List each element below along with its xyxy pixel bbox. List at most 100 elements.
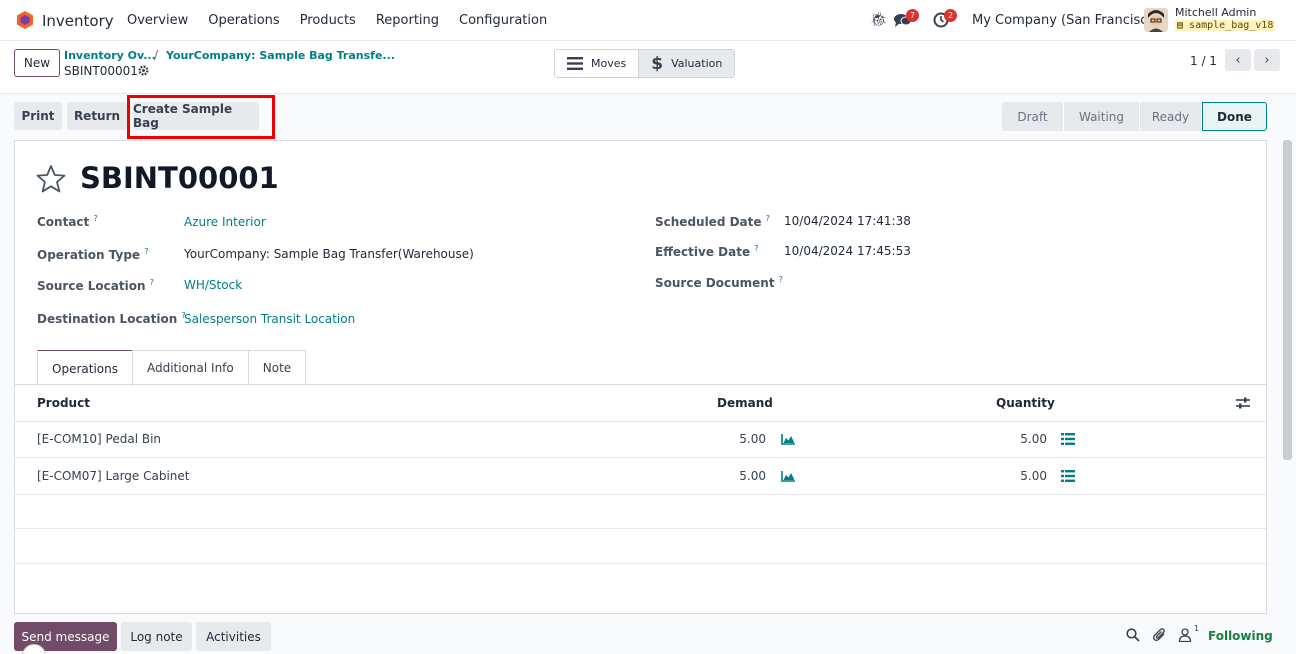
source-document-label-text: Source Document [655,276,775,290]
table-divider [15,421,1266,422]
followers-count: 1 [1194,624,1200,633]
paperclip-icon[interactable] [1153,628,1167,642]
scheduled-date-label: Scheduled Date ? [655,214,770,229]
destination-location-field[interactable]: Salesperson Transit Location [184,312,355,326]
table-row-demand[interactable]: 5.00 [706,469,766,483]
destination-location-label: Destination Location ? [37,311,186,326]
list-bars-icon [567,57,583,70]
pager-next-button[interactable]: › [1254,49,1280,71]
return-button[interactable]: Return [67,102,127,130]
operation-type-field[interactable]: YourCompany: Sample Bag Transfer(Warehou… [184,247,474,261]
user-avatar[interactable] [1144,8,1168,32]
source-document-label: Source Document ? [655,275,783,290]
table-row-quantity[interactable]: 5.00 [987,469,1047,483]
help-mark[interactable]: ? [766,214,770,223]
contact-label-text: Contact [37,215,90,229]
tab-note[interactable]: Note [247,350,307,385]
database-name: ▤ sample_bag_v18 [1175,20,1276,31]
table-row-demand[interactable]: 5.00 [706,432,766,446]
chevron-right-icon: › [1264,52,1270,68]
control-panel: New Inventory Ov... / YourCompany: Sampl… [0,41,1296,94]
source-location-label-text: Source Location [37,279,146,293]
source-location-field[interactable]: WH/Stock [184,278,242,292]
detailed-operations-icon[interactable] [1061,470,1075,482]
column-header-product[interactable]: Product [37,396,90,410]
help-mark[interactable]: ? [150,278,154,287]
new-button[interactable]: New [14,49,60,77]
contact-label: Contact ? [37,214,98,229]
valuation-smart-button[interactable]: $ Valuation [638,50,735,77]
breadcrumb-inventory-overview[interactable]: Inventory Ov... [64,49,156,62]
column-header-quantity[interactable]: Quantity [996,396,1055,410]
following-button[interactable]: Following [1208,629,1273,643]
contact-field[interactable]: Azure Interior [184,215,266,229]
inventory-app-icon[interactable] [16,11,34,29]
status-bar: Draft Waiting Ready Done [1002,102,1267,131]
table-divider [15,528,1266,529]
record-title: SBINT00001 [80,161,279,195]
help-mark[interactable]: ? [93,214,97,223]
help-mark[interactable]: ? [754,244,758,253]
activity-count-badge: 2 [944,9,957,22]
operation-type-label-text: Operation Type [37,248,141,262]
table-divider [15,494,1266,495]
gear-icon[interactable] [138,65,149,76]
state-ready[interactable]: Ready [1140,102,1202,131]
breadcrumb-operation-type[interactable]: YourCompany: Sample Bag Transfe... [166,49,395,62]
print-button[interactable]: Print [14,102,62,130]
breadcrumb-current-record: SBINT00001 [64,64,138,78]
detailed-operations-icon[interactable] [1061,433,1075,445]
forecast-chart-icon[interactable] [781,433,795,445]
user-name[interactable]: Mitchell Admin [1175,6,1256,19]
top-navbar: Inventory Overview Operations Products R… [0,0,1296,41]
pager-value[interactable]: 1 / 1 [1190,54,1217,68]
table-row-product[interactable]: [E-COM10] Pedal Bin [37,432,161,446]
table-row-product[interactable]: [E-COM07] Large Cabinet [37,469,190,483]
pager-previous-button[interactable]: ‹ [1225,49,1251,71]
scheduled-date-field[interactable]: 10/04/2024 17:41:38 [784,214,911,228]
notebook-tabs: Operations Additional Info Note [37,350,307,386]
operation-type-label: Operation Type ? [37,247,149,262]
help-mark[interactable]: ? [144,247,148,256]
moves-label: Moves [591,57,627,70]
app-name[interactable]: Inventory [42,12,114,30]
table-row-quantity[interactable]: 5.00 [987,432,1047,446]
source-location-label: Source Location ? [37,278,154,293]
smart-buttons: Moves $ Valuation [554,49,736,78]
tab-divider [15,384,1266,385]
database-label: sample_bag_v18 [1189,20,1274,31]
table-divider [15,457,1266,458]
activities-button[interactable]: Activities [196,622,271,651]
menu-item-reporting[interactable]: Reporting [376,13,439,28]
column-header-demand[interactable]: Demand [717,396,773,410]
menu-item-overview[interactable]: Overview [127,13,188,28]
debug-bug-icon[interactable]: 🐞︎ [870,12,888,28]
chat-count-badge: 7 [906,9,919,22]
effective-date-label-text: Effective Date [655,245,751,259]
help-mark[interactable]: ? [779,275,783,284]
menu-item-products[interactable]: Products [300,13,356,28]
menu-item-operations[interactable]: Operations [208,13,279,28]
state-done[interactable]: Done [1202,102,1267,131]
optional-columns-toggle-icon[interactable] [1236,397,1250,409]
log-note-button[interactable]: Log note [121,622,192,651]
moves-smart-button[interactable]: Moves [555,50,639,77]
state-waiting[interactable]: Waiting [1064,102,1140,131]
destination-location-label-text: Destination Location [37,312,178,326]
valuation-label: Valuation [671,57,723,70]
page-scrollbar[interactable] [1283,140,1292,460]
star-icon[interactable] [36,164,66,194]
breadcrumb-separator: / [154,48,159,62]
company-switcher[interactable]: My Company (San Francisco) [972,13,1160,28]
search-icon[interactable] [1126,628,1140,642]
state-draft[interactable]: Draft [1002,102,1064,131]
menu-item-configuration[interactable]: Configuration [459,13,547,28]
create-sample-bag-button[interactable]: Create Sample Bag [133,102,259,130]
tab-operations[interactable]: Operations [37,350,133,386]
tab-additional-info[interactable]: Additional Info [131,350,249,385]
forecast-chart-icon[interactable] [781,470,795,482]
followers-user-icon[interactable] [1178,628,1192,642]
dollar-icon: $ [651,53,664,74]
effective-date-field[interactable]: 10/04/2024 17:45:53 [784,244,911,258]
table-divider [15,563,1266,564]
